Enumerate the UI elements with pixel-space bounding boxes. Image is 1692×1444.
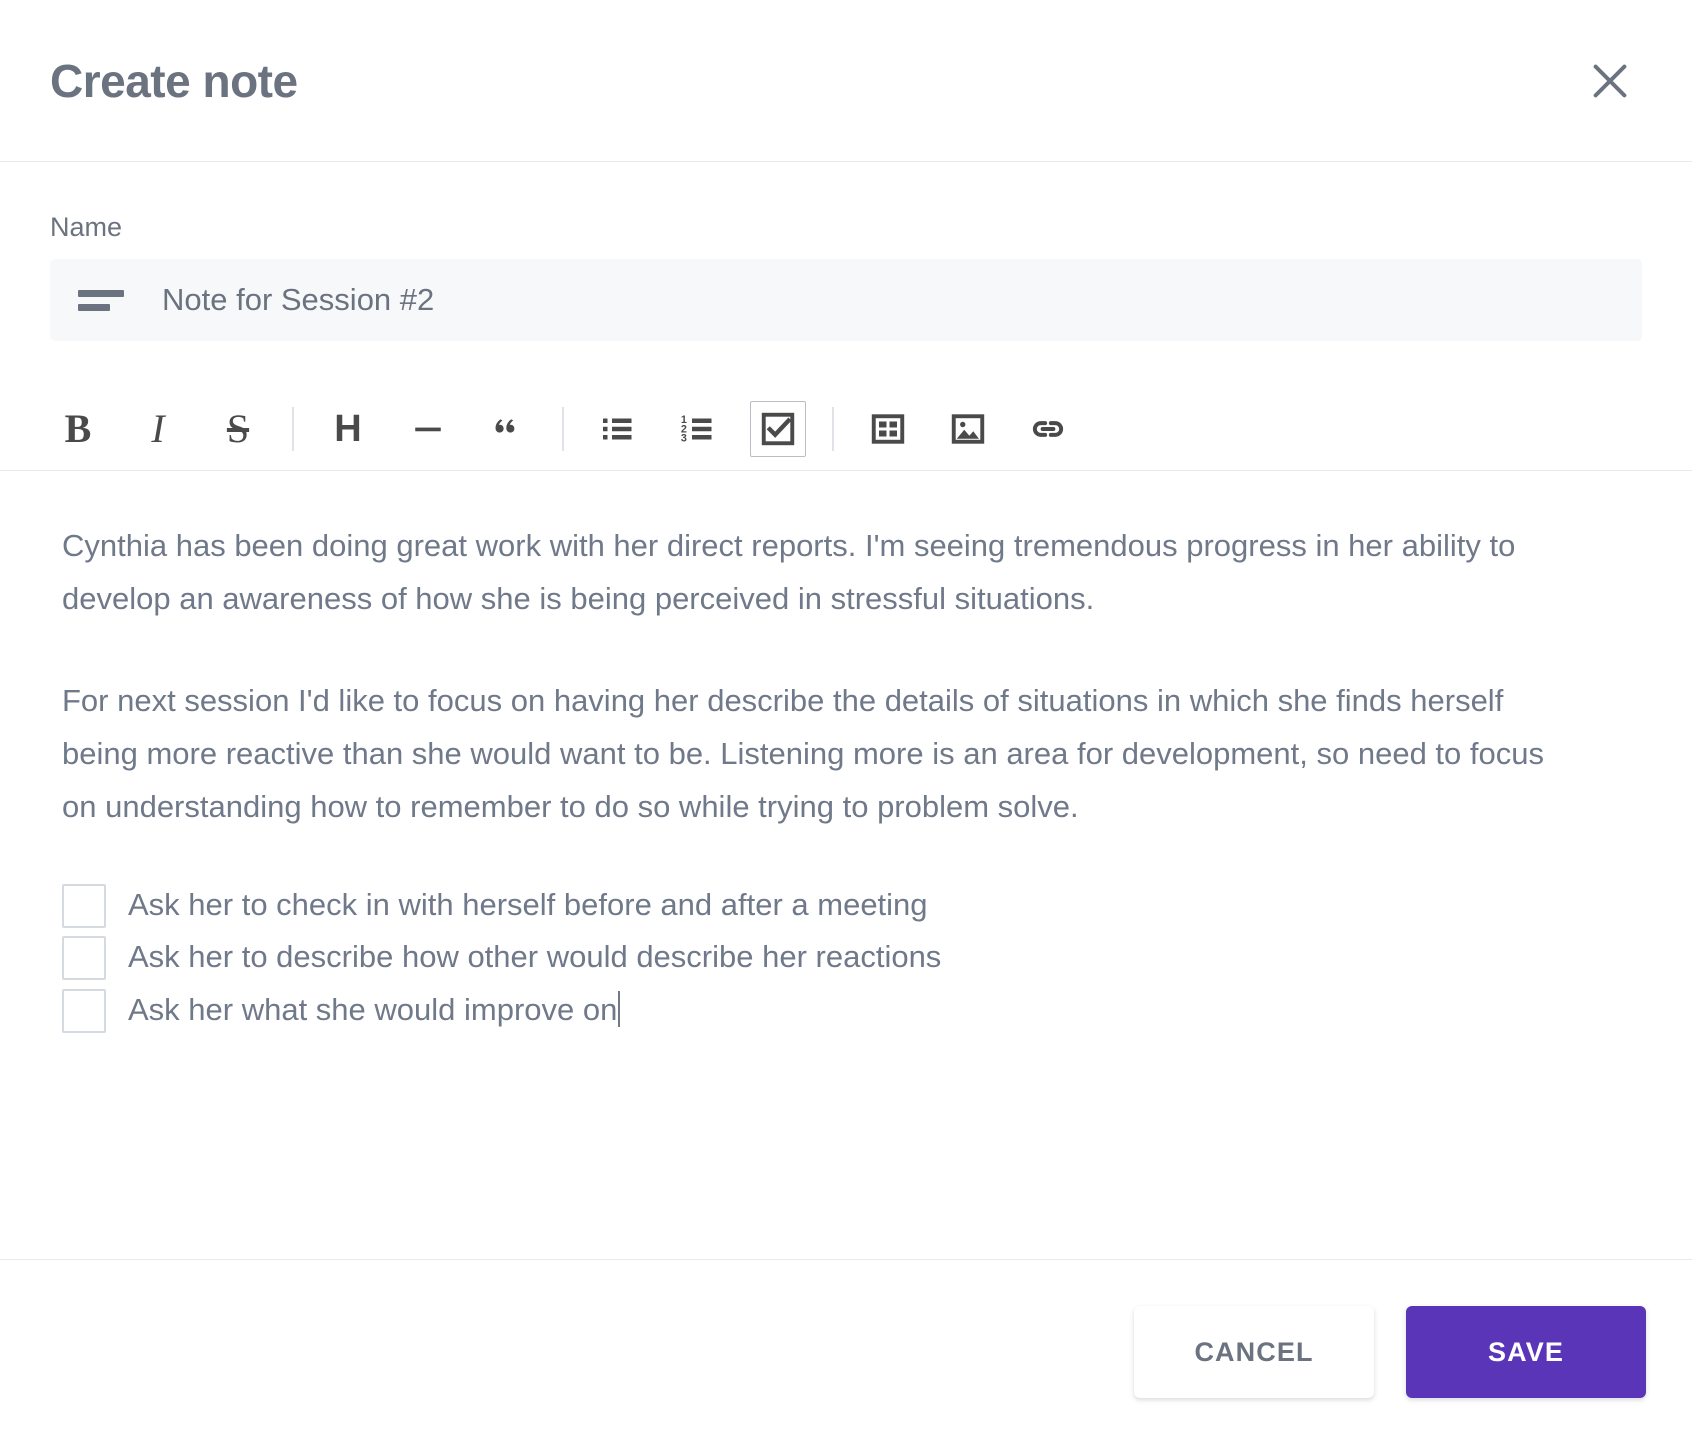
dialog-footer: CANCEL SAVE [0,1259,1692,1444]
name-input-wrapper[interactable] [50,259,1642,341]
blockquote-icon[interactable] [480,401,536,457]
list-item[interactable]: Ask her to describe how other would desc… [62,934,1642,981]
list-item[interactable]: Ask her to check in with herself before … [62,882,1642,929]
save-button[interactable]: SAVE [1406,1306,1646,1398]
checkbox-unchecked-icon[interactable] [62,988,106,1033]
editor-paragraph: Cynthia has been doing great work with h… [62,528,1516,617]
table-icon[interactable] [860,401,916,457]
heading-icon[interactable]: H [320,401,376,457]
checklist-item-label: Ask her to describe how other would desc… [128,939,942,975]
text-lines-icon [78,289,124,311]
name-input[interactable] [162,282,1614,318]
create-note-dialog: Create note Name B [0,0,1692,1444]
bullet-list-icon[interactable] [590,401,646,457]
checklist-item-label: Ask her to check in with herself before … [128,886,928,922]
editor-checklist: Ask her to check in with herself before … [62,882,1642,1034]
bold-icon[interactable]: B [50,401,106,457]
dialog-header: Create note [0,0,1692,162]
heading-label: H [334,407,362,450]
italic-icon[interactable]: I [130,401,186,457]
strikethrough-icon[interactable]: S [210,401,266,457]
text-caret [618,990,621,1027]
toolbar-divider [562,406,564,451]
numbered-list-icon[interactable]: 1 2 3 [670,401,726,457]
svg-text:3: 3 [681,432,687,444]
note-editor[interactable]: Cynthia has been doing great work with h… [0,471,1692,1259]
checklist-item-label-active: Ask her what she would improve on [128,987,621,1034]
name-field-block: Name [0,162,1692,341]
checklist-icon[interactable] [750,400,806,457]
toolbar-divider [292,406,294,451]
editor-paragraph: For next session I'd like to focus on ha… [62,682,1544,825]
bold-label: B [64,405,92,451]
italic-label: I [151,405,165,451]
toolbar-divider [832,406,834,451]
list-item[interactable]: Ask her what she would improve on [62,987,1642,1034]
checkbox-unchecked-icon[interactable] [62,883,106,928]
horizontal-rule-icon[interactable] [400,401,456,457]
link-icon[interactable] [1020,401,1076,457]
checkbox-unchecked-icon[interactable] [62,936,106,981]
cancel-button[interactable]: CANCEL [1134,1306,1374,1398]
editor-toolbar: B I S H 1 2 3 [0,387,1692,471]
image-icon[interactable] [940,401,996,457]
dialog-body: Name B I S H [0,162,1692,1259]
page-title: Create note [50,54,298,107]
close-button[interactable] [1580,51,1640,111]
strikethrough-label: S [226,405,250,451]
name-label: Name [50,212,123,242]
close-icon [1587,58,1633,104]
